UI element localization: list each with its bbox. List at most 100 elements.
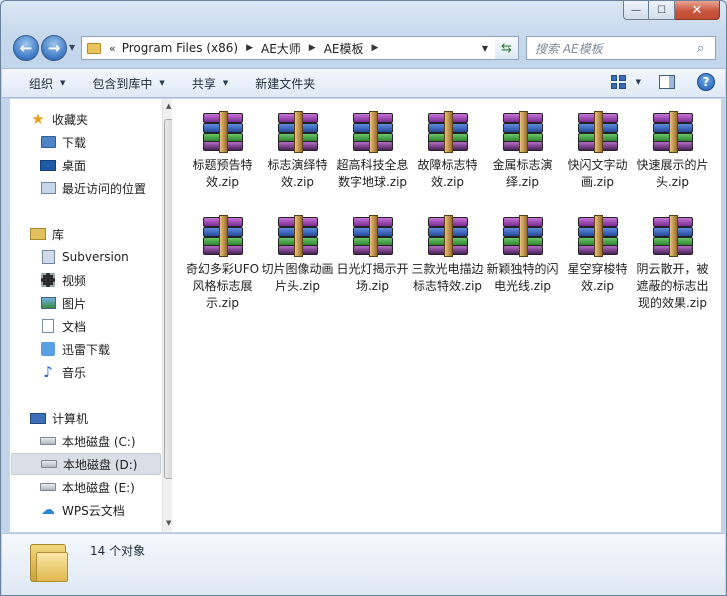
minimize-button[interactable]: — — [623, 1, 649, 20]
documents-icon — [40, 319, 56, 333]
nav-documents-label: 文档 — [62, 319, 87, 334]
nav-downloads-label: 下载 — [62, 135, 87, 150]
new-folder-button[interactable]: 新建文件夹 — [255, 75, 315, 92]
recent-places-icon — [40, 181, 56, 195]
pictures-icon — [40, 296, 56, 310]
refresh-button[interactable]: ⇆ — [495, 36, 519, 60]
address-bar[interactable]: « Program Files (x86) ▶ AE大师 ▶ AE模板 ▶ ▼ — [81, 36, 519, 60]
search-input[interactable]: 搜索 AE模板 — [535, 40, 697, 57]
file-item[interactable]: 标题预告特效.zip — [185, 105, 260, 191]
file-item[interactable]: 标志演绎特效.zip — [260, 105, 335, 191]
zip-archive-icon — [501, 111, 545, 153]
system-drive-icon — [40, 434, 56, 448]
music-note-icon: ♪ — [43, 363, 53, 381]
forward-button[interactable]: → — [41, 35, 67, 61]
help-icon[interactable]: ? — [697, 73, 715, 91]
caption-buttons: — ☐ ✕ — [623, 1, 720, 20]
recent-pages-dropdown[interactable]: ▼ — [69, 43, 75, 52]
file-item[interactable]: 奇幻多彩UFO风格标志展示.zip — [185, 209, 260, 312]
nav-favorites[interactable]: ★ 收藏夹 — [30, 108, 180, 130]
cloud-icon: ☁ — [41, 502, 55, 518]
address-history-dropdown[interactable]: ▼ — [482, 44, 488, 53]
share-menu[interactable]: 共享 ▼ — [192, 75, 228, 92]
zip-archive-icon — [276, 215, 320, 257]
organize-label: 组织 — [29, 76, 54, 91]
subversion-icon — [40, 250, 56, 264]
zip-archive-icon — [426, 111, 470, 153]
zip-archive-icon — [351, 215, 395, 257]
zip-archive-icon — [276, 111, 320, 153]
downloads-folder-icon — [40, 135, 56, 149]
breadcrumb-separator-icon[interactable]: ▶ — [309, 43, 316, 53]
breadcrumb-program-files[interactable]: Program Files (x86) — [122, 41, 238, 55]
zip-archive-icon — [201, 111, 245, 153]
file-item[interactable]: 快速展示的片头.zip — [635, 105, 710, 191]
nav-wps-label: WPS云文档 — [62, 503, 125, 518]
thunder-download-icon — [40, 342, 56, 356]
scroll-down-icon[interactable]: ▼ — [166, 519, 171, 527]
maximize-button[interactable]: ☐ — [649, 1, 675, 20]
nav-computer[interactable]: 计算机 — [30, 407, 180, 429]
zip-archive-icon — [426, 215, 470, 257]
file-name: 超高科技全息数字地球.zip — [336, 158, 409, 189]
preview-pane-icon[interactable] — [659, 75, 675, 89]
file-item[interactable]: 故障标志特效.zip — [410, 105, 485, 191]
zip-archive-icon — [576, 111, 620, 153]
file-item[interactable]: 切片图像动画片头.zip — [260, 209, 335, 295]
file-name: 金属标志演绎.zip — [492, 158, 553, 189]
nav-libraries-label: 库 — [52, 227, 65, 242]
folder-icon — [28, 544, 68, 582]
file-item[interactable]: 阴云散开，被遮蔽的标志出现的效果.zip — [635, 209, 710, 312]
command-bar: 组织 ▼ 包含到库中 ▼ 共享 ▼ 新建文件夹 ▼ ? — [2, 68, 725, 98]
new-folder-label: 新建文件夹 — [255, 76, 316, 91]
file-name: 奇幻多彩UFO风格标志展示.zip — [185, 262, 260, 310]
breadcrumb-ae-templates[interactable]: AE模板 — [324, 40, 364, 57]
zip-archive-icon — [651, 215, 695, 257]
file-item[interactable]: 新颖独特的闪电光线.zip — [485, 209, 560, 295]
nav-music-label: 音乐 — [62, 365, 87, 380]
file-item[interactable]: 三款光电描边标志特效.zip — [410, 209, 485, 295]
desktop-icon — [40, 158, 56, 172]
nav-drive-e-label: 本地磁盘 (E:) — [62, 480, 135, 495]
explorer-window: — ☐ ✕ ← → ▼ « Program Files (x86) ▶ AE大师… — [0, 0, 727, 596]
star-icon: ★ — [31, 110, 45, 128]
zip-archive-icon — [651, 111, 695, 153]
search-box[interactable]: 搜索 AE模板 ⌕ — [526, 36, 716, 60]
zip-archive-icon — [201, 215, 245, 257]
breadcrumb-separator-icon[interactable]: ▶ — [372, 43, 379, 53]
zip-archive-icon — [576, 215, 620, 257]
organize-menu[interactable]: 组织 ▼ — [29, 75, 65, 92]
library-icon — [30, 227, 46, 241]
nav-subversion-label: Subversion — [62, 250, 129, 264]
file-name: 快速展示的片头.zip — [636, 158, 709, 189]
file-list: 标题预告特效.zip 标志演绎特效.zip 超高科技全息数字地球.zip 故障标… — [172, 99, 721, 532]
address-overflow-chevron[interactable]: « — [109, 42, 116, 55]
item-count: 14 个对象 — [90, 544, 146, 558]
back-button[interactable]: ← — [13, 35, 39, 61]
nav-thunder-label: 迅雷下载 — [62, 342, 111, 357]
scroll-up-icon[interactable]: ▲ — [166, 102, 171, 110]
navigation-pane: ★ 收藏夹 下载 桌面 最近访问的位置 库 Subversion 视频 图片 文… — [10, 99, 176, 532]
include-in-library-menu[interactable]: 包含到库中 ▼ — [92, 75, 164, 92]
view-options-dropdown[interactable]: ▼ — [636, 78, 641, 86]
file-item[interactable]: 星空穿梭特效.zip — [560, 209, 635, 295]
file-item[interactable]: 快闪文字动画.zip — [560, 105, 635, 191]
nav-libraries[interactable]: 库 — [30, 223, 180, 245]
file-item[interactable]: 金属标志演绎.zip — [485, 105, 560, 191]
close-button[interactable]: ✕ — [675, 1, 720, 20]
zip-archive-icon — [351, 111, 395, 153]
nav-desktop-label: 桌面 — [62, 158, 87, 173]
nav-favorites-label: 收藏夹 — [52, 112, 89, 127]
breadcrumb-ae-master[interactable]: AE大师 — [261, 40, 301, 57]
nav-drive-c-label: 本地磁盘 (C:) — [62, 434, 136, 449]
nav-drive-d[interactable]: 本地磁盘 (D:) — [11, 453, 161, 475]
change-view-icon[interactable] — [610, 75, 626, 89]
breadcrumb-separator-icon[interactable]: ▶ — [246, 43, 253, 53]
file-item[interactable]: 日光灯揭示开场.zip — [335, 209, 410, 295]
file-name: 标志演绎特效.zip — [267, 158, 328, 189]
search-icon[interactable]: ⌕ — [697, 41, 715, 56]
file-item[interactable]: 超高科技全息数字地球.zip — [335, 105, 410, 191]
view-controls: ▼ ? — [610, 73, 715, 91]
file-name: 故障标志特效.zip — [417, 158, 478, 189]
file-name: 三款光电描边标志特效.zip — [411, 262, 484, 293]
